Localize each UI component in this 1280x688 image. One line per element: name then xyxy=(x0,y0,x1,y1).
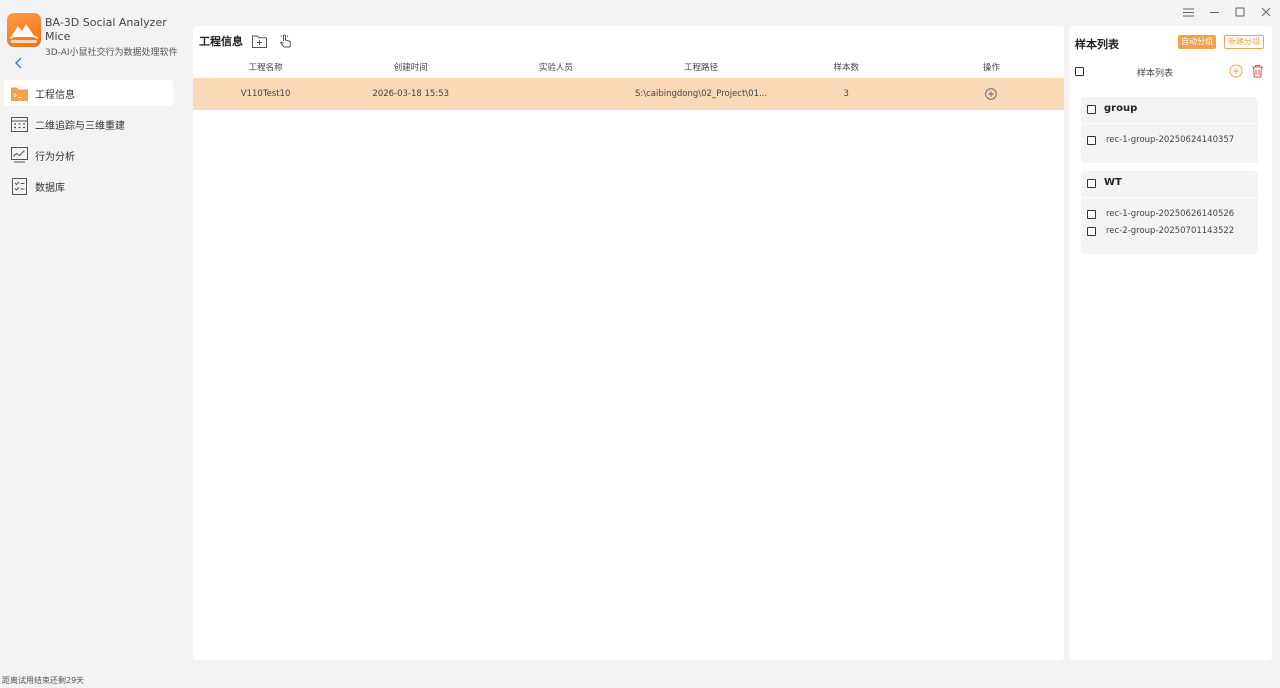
list-item[interactable]: rec-1-group-20250626140526 xyxy=(1081,206,1258,223)
column-header-actions: 操作 xyxy=(982,63,1000,73)
sample-list-header: 样本列表 xyxy=(1069,58,1272,84)
auto-group-button[interactable]: 自动分组 xyxy=(1178,35,1216,49)
maximize-icon[interactable] xyxy=(1232,4,1248,20)
column-header-name[interactable]: 工程名称 xyxy=(193,56,338,78)
window-controls xyxy=(1180,4,1274,20)
column-header-path[interactable]: 工程路径 xyxy=(628,56,773,78)
sidebar-item-label: 工程信息 xyxy=(35,89,75,101)
sample-checkbox[interactable] xyxy=(1087,210,1096,219)
panel-title: 工程信息 xyxy=(199,35,243,48)
cell-actions xyxy=(918,78,1064,110)
add-circle-icon[interactable] xyxy=(985,88,998,100)
sidebar-item-label: 行为分析 xyxy=(35,151,75,163)
group-header[interactable]: WT xyxy=(1081,171,1258,197)
checklist-icon xyxy=(11,177,28,195)
group-name: group xyxy=(1104,103,1138,114)
calendar-grid-icon xyxy=(11,116,28,133)
list-item[interactable]: rec-2-group-20250701143522 xyxy=(1081,223,1258,240)
sidebar-nav: 工程信息 二维追踪与三维重建 行为分析 数据库 xyxy=(4,80,173,204)
table-row[interactable]: V110Test10 2026-03-18 15:53 S:\caibingdo… xyxy=(193,78,1064,110)
column-header-created[interactable]: 创建时间 xyxy=(338,56,483,78)
cell-project-name: V110Test10 xyxy=(193,78,339,110)
sample-label: rec-2-group-20250701143522 xyxy=(1106,226,1235,236)
sidebar-item-database[interactable]: 数据库 xyxy=(4,173,173,199)
sample-list-header-label: 样本列表 xyxy=(1137,69,1174,79)
sample-label: rec-1-group-20250624140357 xyxy=(1106,135,1235,145)
column-header-count[interactable]: 样本数 xyxy=(774,56,919,78)
sidebar-item-project-info[interactable]: 工程信息 xyxy=(4,80,173,106)
back-arrow-icon[interactable] xyxy=(12,56,26,70)
sidebar-item-label: 二维追踪与三维重建 xyxy=(35,120,125,132)
trash-icon[interactable] xyxy=(1251,64,1265,78)
panel-header: 工程信息 xyxy=(193,26,1064,56)
project-table: 工程名称 创建时间 实验人员 工程路径 样本数 操作 V110Test10 20… xyxy=(193,56,1064,110)
sample-panel-header: 样本列表 自动分组 新建分组 xyxy=(1069,26,1272,58)
pointer-hand-icon[interactable] xyxy=(277,33,293,49)
trial-status: 距离试用结束还剩29天 xyxy=(2,676,85,685)
sidebar-item-tracking-reconstruction[interactable]: 二维追踪与三维重建 xyxy=(4,111,173,137)
terminal-folder-icon xyxy=(11,85,28,102)
sample-checkbox[interactable] xyxy=(1087,136,1096,145)
sample-panel-title: 样本列表 xyxy=(1075,38,1119,51)
table-header-row: 工程名称 创建时间 实验人员 工程路径 样本数 操作 xyxy=(193,56,1064,78)
new-group-button[interactable]: 新建分组 xyxy=(1224,35,1264,49)
sidebar-item-behavior-analysis[interactable]: 行为分析 xyxy=(4,142,173,168)
sample-group: group rec-1-group-20250624140357 xyxy=(1081,97,1258,163)
cell-project-path: S:\caibingdong\02_Project\01... xyxy=(628,78,774,110)
sample-checkbox[interactable] xyxy=(1087,227,1096,236)
group-checkbox[interactable] xyxy=(1087,105,1096,114)
minimize-icon[interactable] xyxy=(1206,4,1222,20)
select-all-checkbox[interactable] xyxy=(1075,67,1084,76)
cell-sample-count: 3 xyxy=(773,78,919,110)
group-name: WT xyxy=(1104,177,1122,188)
sidebar-item-label: 数据库 xyxy=(35,182,65,194)
sidebar: BA-3D Social Analyzer Mice 3D-AI小鼠社交行为数据… xyxy=(0,0,180,670)
new-folder-icon[interactable] xyxy=(251,33,267,49)
sample-group: WT rec-1-group-20250626140526 rec-2-grou… xyxy=(1081,171,1258,254)
add-circle-icon[interactable] xyxy=(1229,64,1243,78)
line-chart-icon xyxy=(11,147,28,164)
cell-created-time: 2026-03-18 15:53 xyxy=(338,78,484,110)
list-item[interactable]: rec-1-group-20250624140357 xyxy=(1081,132,1258,149)
project-info-panel: 工程信息 工程名称 创建时间 实验人员 工程路径 样本数 操作 V110Test… xyxy=(193,26,1064,660)
sample-list-panel: 样本列表 自动分组 新建分组 样本列表 group rec-1-group-20… xyxy=(1069,26,1272,660)
column-header-operator[interactable]: 实验人员 xyxy=(483,56,628,78)
group-header[interactable]: group xyxy=(1081,97,1258,123)
close-icon[interactable] xyxy=(1258,4,1274,20)
sample-label: rec-1-group-20250626140526 xyxy=(1106,209,1235,219)
group-checkbox[interactable] xyxy=(1087,179,1096,188)
brand: BA-3D Social Analyzer Mice 3D-AI小鼠社交行为数据… xyxy=(7,13,180,59)
menu-icon[interactable] xyxy=(1180,4,1196,20)
app-title: BA-3D Social Analyzer Mice xyxy=(45,16,167,43)
app-logo-icon xyxy=(7,13,41,47)
app-subtitle: 3D-AI小鼠社交行为数据处理软件 xyxy=(45,48,178,58)
cell-operator xyxy=(483,78,629,110)
